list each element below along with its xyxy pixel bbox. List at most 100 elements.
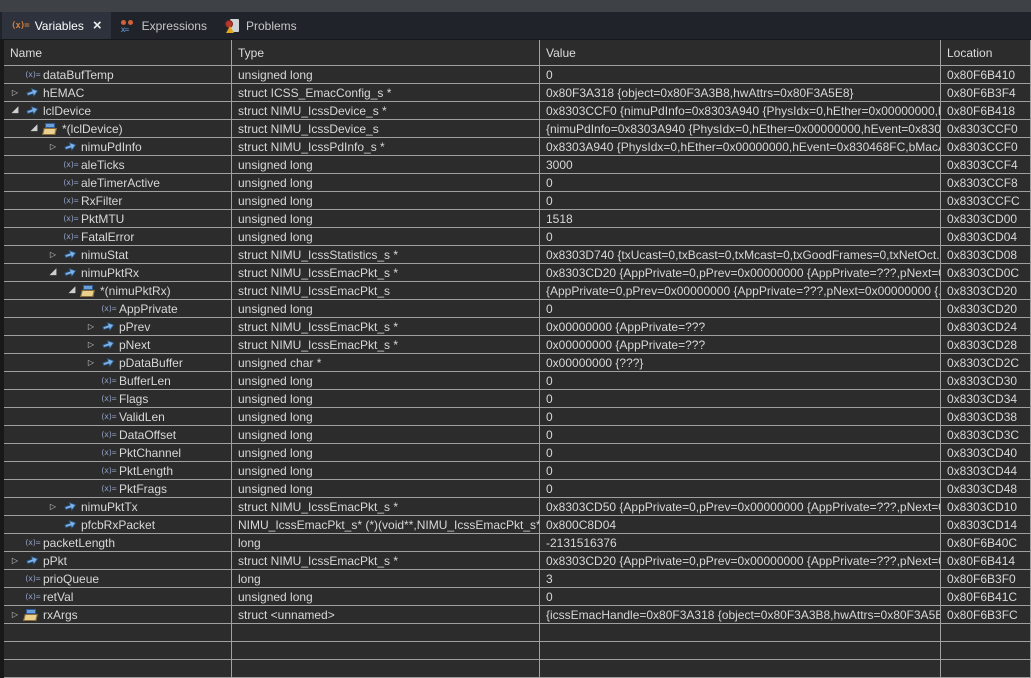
variable-name-cell[interactable]: ▷ nimuPktTx	[4, 498, 232, 515]
variable-row[interactable]: (x)= aleTimerActive unsigned long 0 0x83…	[4, 174, 1031, 192]
variable-name-cell[interactable]: pfcbRxPacket	[4, 516, 232, 533]
variable-row[interactable]: (x)= PktFrags unsigned long 0 0x8303CD48	[4, 480, 1031, 498]
tree-expander-icon[interactable]: ▷	[83, 322, 99, 331]
variable-value[interactable]: 0x8303A940 {PhysIdx=0,hEther=0x00000000,…	[540, 138, 941, 155]
variable-row[interactable]: (x)= PktLength unsigned long 0 0x8303CD4…	[4, 462, 1031, 480]
variable-name-cell[interactable]	[4, 660, 232, 677]
variable-value[interactable]: 0	[540, 588, 941, 605]
variable-value[interactable]: 0	[540, 66, 941, 83]
tree-expander-icon[interactable]: ▷	[83, 340, 99, 349]
variable-row[interactable]: ◢ *(nimuPktRx) struct NIMU_IcssEmacPkt_s…	[4, 282, 1031, 300]
variable-value[interactable]: 0	[540, 426, 941, 443]
variable-value[interactable]	[540, 624, 941, 641]
variable-value[interactable]: 0x8303CD50 {AppPrivate=0,pPrev=0x0000000…	[540, 498, 941, 515]
tree-expander-icon[interactable]: ▷	[7, 556, 23, 565]
variable-row[interactable]: ▷ pPrev struct NIMU_IcssEmacPkt_s * 0x00…	[4, 318, 1031, 336]
variable-name-cell[interactable]: (x)= PktLength	[4, 462, 232, 479]
variable-value[interactable]: 0	[540, 174, 941, 191]
variable-value[interactable]: 0x800C8D04	[540, 516, 941, 533]
variable-row[interactable]: (x)= PktChannel unsigned long 0 0x8303CD…	[4, 444, 1031, 462]
variable-row[interactable]: (x)= prioQueue long 3 0x80F6B3F0	[4, 570, 1031, 588]
variable-value[interactable]	[540, 642, 941, 659]
variable-value[interactable]: {icssEmacHandle=0x80F3A318 {object=0x80F…	[540, 606, 941, 623]
variable-name-cell[interactable]: ▷ pNext	[4, 336, 232, 353]
variable-value[interactable]: 0x80F3A318 {object=0x80F3A3B8,hwAttrs=0x…	[540, 84, 941, 101]
variable-value[interactable]: 0	[540, 444, 941, 461]
variable-name-cell[interactable]: ▷ nimuPdInfo	[4, 138, 232, 155]
tab-expressions[interactable]: x= Expressions	[111, 12, 216, 39]
variable-row[interactable]: ▷ pDataBuffer unsigned char * 0x00000000…	[4, 354, 1031, 372]
variable-value[interactable]: {AppPrivate=0,pPrev=0x00000000 {AppPriva…	[540, 282, 941, 299]
variable-name-cell[interactable]: (x)= ValidLen	[4, 408, 232, 425]
variable-row[interactable]: (x)= FatalError unsigned long 0 0x8303CD…	[4, 228, 1031, 246]
variable-value[interactable]: 0x00000000 {AppPrivate=???	[540, 336, 941, 353]
variable-row[interactable]: pfcbRxPacket NIMU_IcssEmacPkt_s* (*)(voi…	[4, 516, 1031, 534]
variable-row[interactable]: ▷ pNext struct NIMU_IcssEmacPkt_s * 0x00…	[4, 336, 1031, 354]
variable-value[interactable]: 0x8303CD20 {AppPrivate=0,pPrev=0x0000000…	[540, 552, 941, 569]
variable-value[interactable]: 0x8303CD20 {AppPrivate=0,pPrev=0x0000000…	[540, 264, 941, 281]
variable-name-cell[interactable]: ▷ pPrev	[4, 318, 232, 335]
variable-value[interactable]: 0	[540, 408, 941, 425]
close-tab-icon[interactable]: ×	[93, 18, 102, 33]
column-header-location[interactable]: Location	[941, 40, 1031, 65]
variable-row[interactable]: (x)= AppPrivate unsigned long 0 0x8303CD…	[4, 300, 1031, 318]
variable-row[interactable]: ▷ hEMAC struct ICSS_EmacConfig_s * 0x80F…	[4, 84, 1031, 102]
variable-row[interactable]: (x)= ValidLen unsigned long 0 0x8303CD38	[4, 408, 1031, 426]
variable-value[interactable]: 0	[540, 480, 941, 497]
tree-expander-icon[interactable]: ▷	[83, 358, 99, 367]
variable-name-cell[interactable]: (x)= prioQueue	[4, 570, 232, 587]
variable-value[interactable]: 0	[540, 192, 941, 209]
variable-value[interactable]: -2131516376	[540, 534, 941, 551]
variable-row[interactable]: ▷ nimuStat struct NIMU_IcssStatistics_s …	[4, 246, 1031, 264]
variable-name-cell[interactable]: (x)= aleTicks	[4, 156, 232, 173]
variable-row[interactable]: ▷ pPkt struct NIMU_IcssEmacPkt_s * 0x830…	[4, 552, 1031, 570]
tree-expander-icon[interactable]: ◢	[45, 268, 61, 277]
tab-problems[interactable]: Problems	[216, 12, 306, 39]
variable-row[interactable]: ▷ nimuPktTx struct NIMU_IcssEmacPkt_s * …	[4, 498, 1031, 516]
column-header-type[interactable]: Type	[232, 40, 540, 65]
variable-name-cell[interactable]: (x)= FatalError	[4, 228, 232, 245]
variable-value[interactable]: {nimuPdInfo=0x8303A940 {PhysIdx=0,hEther…	[540, 120, 941, 137]
variable-row[interactable]: ◢ lclDevice struct NIMU_IcssDevice_s * 0…	[4, 102, 1031, 120]
variable-name-cell[interactable]: ▷ pDataBuffer	[4, 354, 232, 371]
variable-name-cell[interactable]: (x)= dataBufTemp	[4, 66, 232, 83]
variable-name-cell[interactable]	[4, 624, 232, 641]
variable-name-cell[interactable]: ▷ rxArgs	[4, 606, 232, 623]
variable-value[interactable]: 0x8303CCF0 {nimuPdInfo=0x8303A940 {PhysI…	[540, 102, 941, 119]
tree-expander-icon[interactable]: ▷	[45, 142, 61, 151]
variable-name-cell[interactable]: ◢ *(lclDevice)	[4, 120, 232, 137]
variable-value[interactable]: 0x00000000 {???}	[540, 354, 941, 371]
variable-name-cell[interactable]: ◢ nimuPktRx	[4, 264, 232, 281]
variable-value[interactable]: 0	[540, 462, 941, 479]
variable-name-cell[interactable]: (x)= PktChannel	[4, 444, 232, 461]
variable-value[interactable]: 0x8303D740 {txUcast=0,txBcast=0,txMcast=…	[540, 246, 941, 263]
variable-value[interactable]: 0	[540, 228, 941, 245]
tree-expander-icon[interactable]: ◢	[26, 124, 42, 133]
variable-name-cell[interactable]: (x)= packetLength	[4, 534, 232, 551]
variable-name-cell[interactable]: ▷ pPkt	[4, 552, 232, 569]
variable-value[interactable]	[540, 660, 941, 677]
tree-expander-icon[interactable]: ▷	[7, 88, 23, 97]
column-header-name[interactable]: Name	[4, 40, 232, 65]
variable-name-cell[interactable]: (x)= retVal	[4, 588, 232, 605]
empty-row[interactable]	[4, 660, 1031, 678]
variable-row[interactable]: ◢ nimuPktRx struct NIMU_IcssEmacPkt_s * …	[4, 264, 1031, 282]
variable-row[interactable]: ▷ rxArgs struct <unnamed> {icssEmacHandl…	[4, 606, 1031, 624]
variable-row[interactable]: (x)= PktMTU unsigned long 1518 0x8303CD0…	[4, 210, 1031, 228]
tree-expander-icon[interactable]: ◢	[7, 106, 23, 115]
variable-row[interactable]: (x)= packetLength long -2131516376 0x80F…	[4, 534, 1031, 552]
variable-row[interactable]: (x)= dataBufTemp unsigned long 0 0x80F6B…	[4, 66, 1031, 84]
variable-value[interactable]: 0	[540, 372, 941, 389]
variable-row[interactable]: ◢ *(lclDevice) struct NIMU_IcssDevice_s …	[4, 120, 1031, 138]
variable-name-cell[interactable]: (x)= DataOffset	[4, 426, 232, 443]
variable-value[interactable]: 3	[540, 570, 941, 587]
variable-name-cell[interactable]: (x)= PktFrags	[4, 480, 232, 497]
empty-row[interactable]	[4, 642, 1031, 660]
variable-row[interactable]: (x)= BufferLen unsigned long 0 0x8303CD3…	[4, 372, 1031, 390]
variable-value[interactable]: 0	[540, 300, 941, 317]
variable-name-cell[interactable]: (x)= AppPrivate	[4, 300, 232, 317]
column-header-value[interactable]: Value	[540, 40, 941, 65]
variable-value[interactable]: 0x00000000 {AppPrivate=???	[540, 318, 941, 335]
tree-expander-icon[interactable]: ◢	[64, 286, 80, 295]
variable-name-cell[interactable]: ◢ *(nimuPktRx)	[4, 282, 232, 299]
